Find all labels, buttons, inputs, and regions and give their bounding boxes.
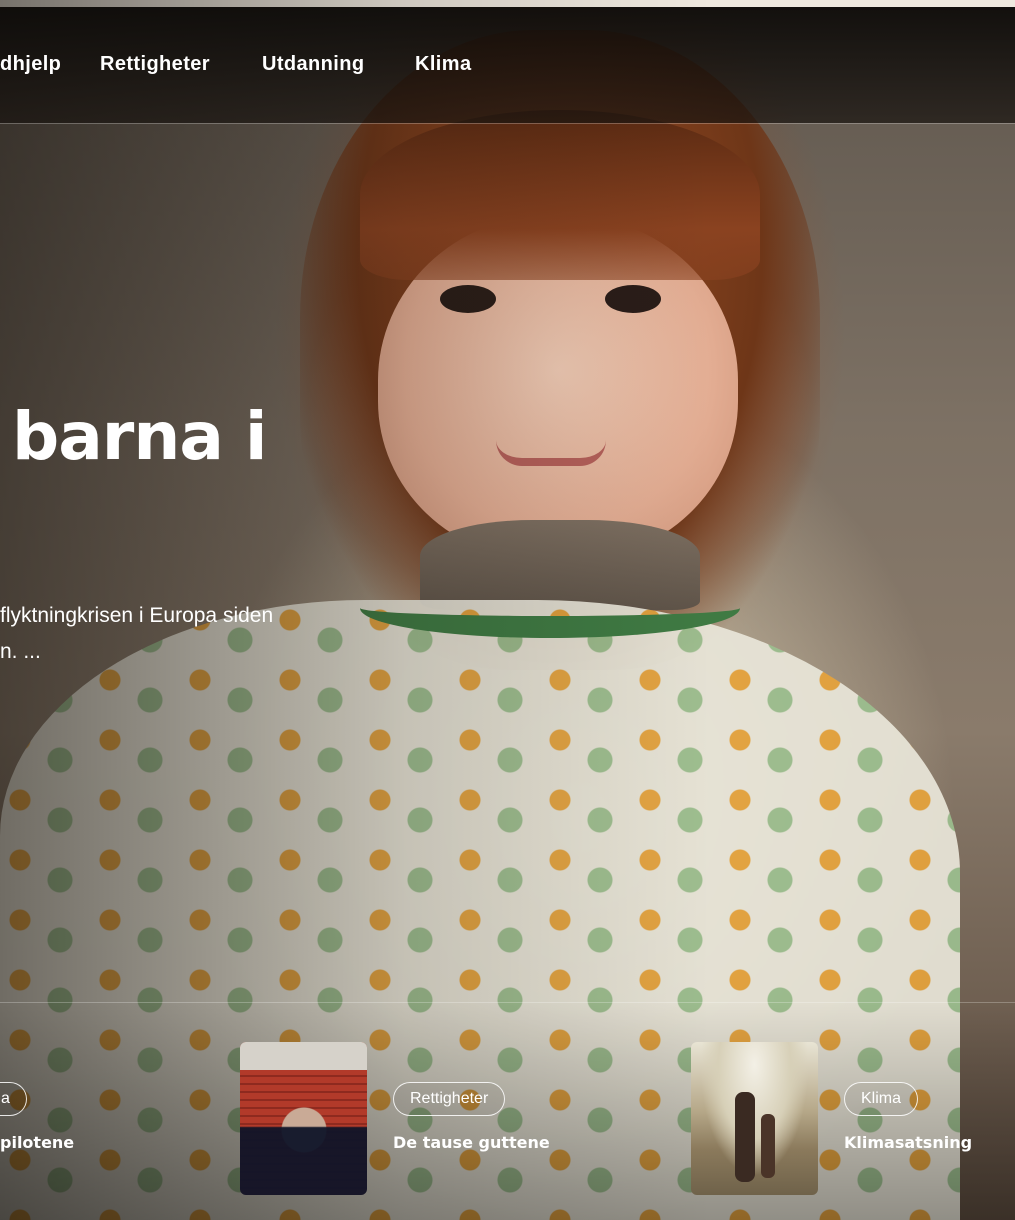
hero-lede: flyktningkrisen i Europa siden n. ... [0, 598, 380, 670]
card-title[interactable]: De tause guttene [393, 1133, 550, 1152]
card-tag[interactable]: Klima [844, 1082, 919, 1116]
nav-divider [0, 123, 1015, 124]
card-tag[interactable]: Rettigheter [393, 1082, 506, 1116]
nav-item-klima[interactable]: Klima [415, 53, 471, 76]
cards-divider [0, 1002, 1015, 1003]
card-title[interactable]: pilotene [0, 1133, 74, 1152]
thumbnail-figure-child [761, 1114, 775, 1178]
hero-headline: barna i [12, 398, 267, 475]
hero-lede-line-1: flyktningkrisen i Europa siden [0, 604, 274, 627]
nav-item-rettigheter[interactable]: Rettigheter [100, 53, 210, 76]
nav-item-utdanning[interactable]: Utdanning [262, 53, 364, 76]
nav-item-nodhjelp[interactable]: dhjelp [0, 53, 61, 76]
thumbnail-roof [240, 1042, 367, 1070]
card-title[interactable]: Klimasatsning [844, 1133, 972, 1152]
main-navigation: dhjelp Rettigheter Utdanning Klima [0, 7, 1015, 123]
thumbnail-figure [735, 1092, 755, 1182]
hero-banner: dhjelp Rettigheter Utdanning Klima barna… [0, 0, 1015, 1220]
card-thumbnail[interactable] [691, 1042, 818, 1195]
hero-lede-line-2: n. ... [0, 640, 41, 663]
card-thumbnail[interactable] [240, 1042, 367, 1195]
